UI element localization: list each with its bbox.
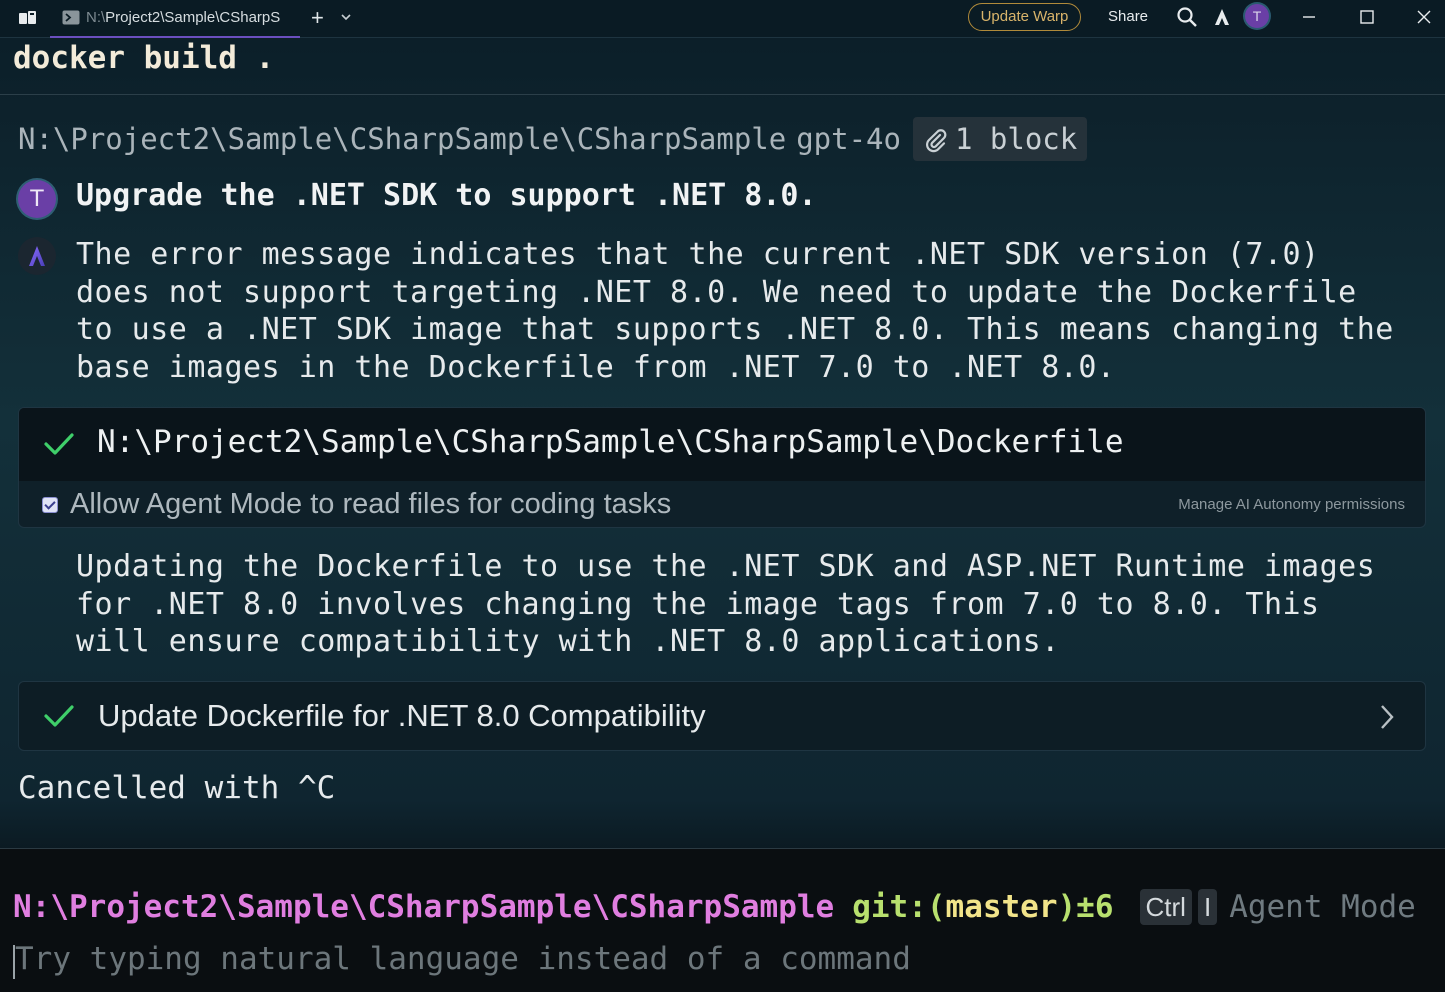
tab-terminal[interactable]: N:\Project2\Sample\CSharpS (50, 0, 300, 38)
git-suffix: )±6 (1057, 889, 1114, 925)
search-icon[interactable] (1176, 6, 1198, 28)
git-branch: master (945, 889, 1058, 925)
attached-block-chip[interactable]: 1 block (912, 117, 1088, 161)
command-text: docker build . (13, 40, 275, 76)
warp-ai-icon[interactable] (1211, 6, 1233, 28)
context-path: N:\Project2\Sample\CSharpSample\CSharpSa… (18, 122, 787, 156)
user-avatar-large: T (18, 180, 56, 218)
title-bar: N:\Project2\Sample\CSharpS + Update Warp… (0, 0, 1445, 38)
kbd-ctrl: Ctrl (1139, 889, 1192, 925)
check-icon (43, 430, 75, 458)
new-tab-button[interactable]: + (311, 6, 331, 30)
kbd-i: I (1197, 889, 1218, 925)
file-read-row[interactable]: N:\Project2\Sample\CSharpSample\CSharpSa… (19, 408, 1425, 481)
update-warp-button[interactable]: Update Warp (968, 3, 1081, 31)
minimize-icon[interactable] (1298, 6, 1320, 28)
manage-permissions-link[interactable]: Manage AI Autonomy permissions (1178, 496, 1405, 513)
user-message: Upgrade the .NET SDK to support .NET 8.0… (76, 178, 817, 213)
command-block-header[interactable]: docker build . (0, 38, 1445, 95)
git-status: git:(master)±6 (852, 889, 1113, 925)
close-icon[interactable] (1413, 6, 1435, 28)
agent-reply-1: The error message indicates that the cur… (76, 237, 1394, 386)
prompt-line: N:\Project2\Sample\CSharpSample\CSharpSa… (13, 889, 1416, 931)
paperclip-icon (926, 129, 947, 153)
agent-avatar-icon (18, 237, 56, 275)
chevron-right-icon[interactable] (1379, 703, 1395, 731)
warp-menu-icon[interactable] (18, 9, 38, 27)
file-read-path: N:\Project2\Sample\CSharpSample\CSharpSa… (97, 424, 1124, 460)
tab-title: N:\Project2\Sample\CSharpS (86, 9, 286, 26)
allow-read-label[interactable]: Allow Agent Mode to read files for codin… (70, 488, 671, 521)
git-prefix: git:( (852, 889, 946, 925)
share-button[interactable]: Share (1108, 8, 1148, 25)
task-card[interactable]: Update Dockerfile for .NET 8.0 Compatibi… (18, 681, 1426, 751)
user-avatar[interactable]: T (1245, 4, 1269, 28)
input-placeholder: Try typing natural language instead of a… (15, 941, 911, 977)
agent-reply-2: Updating the Dockerfile to use the .NET … (76, 549, 1376, 660)
prompt-path: N:\Project2\Sample\CSharpSample\CSharpSa… (13, 889, 835, 925)
task-title: Update Dockerfile for .NET 8.0 Compatibi… (98, 698, 706, 733)
model-label[interactable]: gpt-4o (796, 122, 901, 156)
maximize-icon[interactable] (1356, 6, 1378, 28)
agent-mode-toggle[interactable]: Agent Mode (1229, 889, 1416, 925)
terminal-icon (62, 10, 80, 25)
attached-block-label: 1 block (954, 122, 1078, 156)
command-input[interactable]: Try typing natural language instead of a… (13, 941, 1433, 983)
allow-read-checkbox[interactable] (42, 497, 58, 513)
tab-title-text: Project2\Sample\CSharpS (105, 9, 281, 26)
chevron-down-icon[interactable] (340, 8, 352, 26)
cancel-status: Cancelled with ^C (18, 770, 336, 806)
tab-title-prefix: N:\ (86, 9, 106, 26)
file-read-card: N:\Project2\Sample\CSharpSample\CSharpSa… (18, 407, 1426, 528)
input-area: N:\Project2\Sample\CSharpSample\CSharpSa… (0, 848, 1445, 992)
agent-context-line: N:\Project2\Sample\CSharpSample\CSharpSa… (18, 117, 1088, 161)
check-icon (43, 702, 75, 730)
